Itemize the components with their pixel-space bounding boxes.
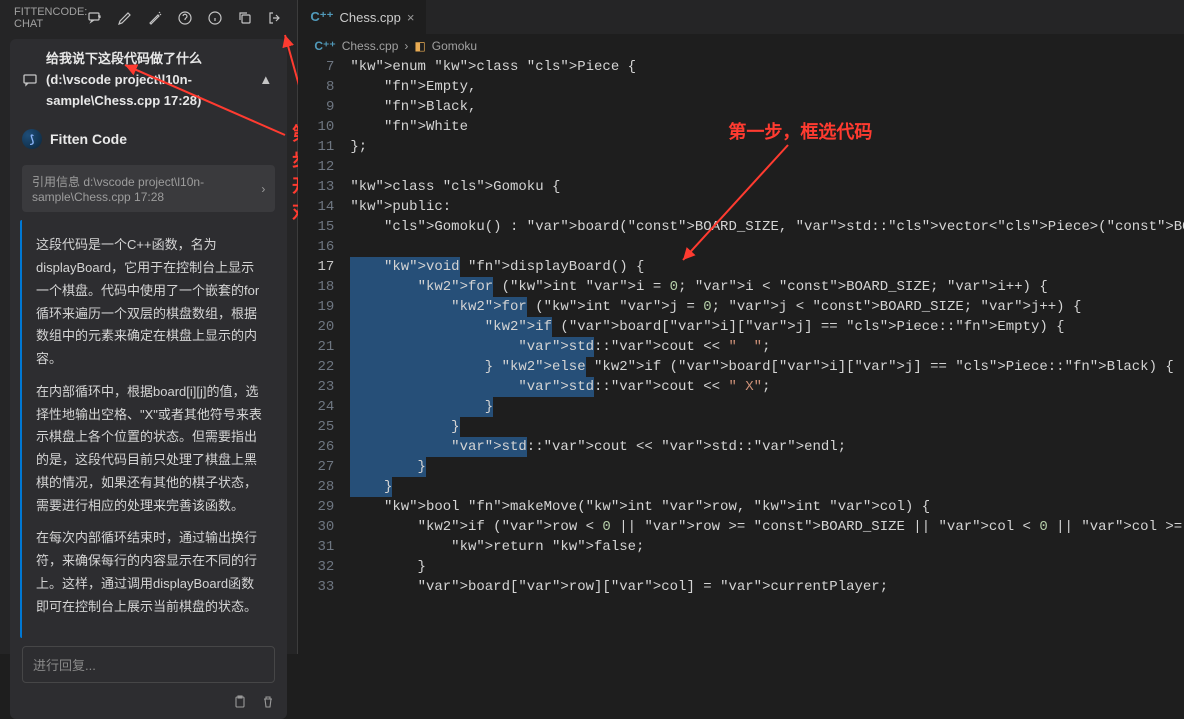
code-line[interactable]: }	[346, 557, 1184, 577]
line-number: 10	[298, 117, 334, 137]
code-line[interactable]: "kw">return "kw">false;	[346, 537, 1184, 557]
line-number: 15	[298, 217, 334, 237]
line-number: 13	[298, 177, 334, 197]
chat-response: 这段代码是一个C++函数，名为displayBoard，它用于在控制台上显示一个…	[20, 220, 277, 638]
breadcrumb-symbol: Gomoku	[432, 39, 477, 53]
code-line[interactable]: "cls">Gomoku() : "var">board("const">BOA…	[346, 217, 1184, 237]
line-number: 22	[298, 357, 334, 377]
line-number: 29	[298, 497, 334, 517]
cpp-file-icon: C⁺⁺	[310, 9, 333, 25]
code-line[interactable]: "var">board["var">row]["var">col] = "var…	[346, 577, 1184, 597]
editor-tabs: C⁺⁺ Chess.cpp ×	[298, 0, 1184, 35]
code-line[interactable]: "kw2">for ("kw">int "var">i = 0; "var">i…	[346, 277, 1184, 297]
code-line[interactable]: "kw">enum "kw">class "cls">Piece {	[346, 57, 1184, 77]
collapse-icon[interactable]: ▲	[259, 72, 275, 88]
reference-text: 引用信息 d:\vscode project\l10n-sample\Chess…	[32, 173, 255, 204]
info-icon[interactable]	[207, 10, 223, 26]
code-line[interactable]: "kw">bool "fn">makeMove("kw">int "var">r…	[346, 497, 1184, 517]
breadcrumb[interactable]: C⁺⁺ Chess.cpp › ◧ Gomoku	[298, 35, 1184, 57]
line-number: 27	[298, 457, 334, 477]
cpp-file-icon: C⁺⁺	[314, 39, 335, 53]
clipboard-icon[interactable]	[233, 695, 247, 709]
code-line[interactable]: "kw2">for ("kw">int "var">j = 0; "var">j…	[346, 297, 1184, 317]
code-line[interactable]: }	[346, 397, 1184, 417]
fitten-logo: ⟆	[22, 129, 42, 149]
line-number: 18	[298, 277, 334, 297]
code-line[interactable]: "fn">Empty,	[346, 77, 1184, 97]
code-line[interactable]: "var">std::"var">cout << " ";	[346, 337, 1184, 357]
line-number: 30	[298, 517, 334, 537]
chat-icon	[22, 72, 38, 88]
tab-label: Chess.cpp	[339, 10, 400, 25]
code-line[interactable]: "var">std::"var">cout << "var">std::"var…	[346, 437, 1184, 457]
code-line[interactable]: "kw">class "cls">Gomoku {	[346, 177, 1184, 197]
line-number: 11	[298, 137, 334, 157]
brand-name: Fitten Code	[50, 131, 127, 147]
line-number: 14	[298, 197, 334, 217]
magic-icon[interactable]	[147, 10, 163, 26]
chevron-right-icon: ›	[404, 39, 408, 53]
line-number: 7	[298, 57, 334, 77]
code-line[interactable]	[346, 237, 1184, 257]
line-number: 25	[298, 417, 334, 437]
line-number: 24	[298, 397, 334, 417]
code-line[interactable]: }	[346, 477, 1184, 497]
reference-box[interactable]: 引用信息 d:\vscode project\l10n-sample\Chess…	[22, 165, 275, 212]
line-number: 32	[298, 557, 334, 577]
line-number: 16	[298, 237, 334, 257]
code-line[interactable]: "fn">White	[346, 117, 1184, 137]
new-chat-icon[interactable]	[87, 10, 103, 26]
line-number: 28	[298, 477, 334, 497]
code-line[interactable]	[346, 157, 1184, 177]
chevron-right-icon: ›	[261, 182, 265, 196]
chat-title: 给我说下这段代码做了什么 (d:\vscode project\l10n-sam…	[46, 49, 251, 111]
panel-title: FITTENCODE: CHAT	[14, 6, 87, 30]
code-line[interactable]: }	[346, 417, 1184, 437]
tab-chess-cpp[interactable]: C⁺⁺ Chess.cpp ×	[298, 0, 426, 34]
reply-input[interactable]: 进行回复...	[22, 646, 275, 683]
chat-para-1: 这段代码是一个C++函数，名为displayBoard，它用于在控制台上显示一个…	[36, 234, 263, 371]
code-line[interactable]: "kw2">if ("var">board["var">i]["var">j] …	[346, 317, 1184, 337]
line-number: 8	[298, 77, 334, 97]
edit-icon[interactable]	[117, 10, 133, 26]
close-icon[interactable]: ×	[407, 10, 415, 25]
breadcrumb-file: Chess.cpp	[342, 39, 399, 53]
chat-para-2: 在内部循环中，根据board[i][j]的值，选择性地输出空格、"X"或者其他符…	[36, 381, 263, 518]
code-line[interactable]: } "kw2">else "kw2">if ("var">board["var"…	[346, 357, 1184, 377]
code-line[interactable]: "var">std::"var">cout << " X";	[346, 377, 1184, 397]
line-number: 9	[298, 97, 334, 117]
help-icon[interactable]	[177, 10, 193, 26]
class-icon: ◧	[414, 39, 425, 53]
line-number: 20	[298, 317, 334, 337]
code-line[interactable]: }	[346, 457, 1184, 477]
line-number: 33	[298, 577, 334, 597]
line-number: 21	[298, 337, 334, 357]
exit-icon[interactable]	[267, 10, 283, 26]
line-number: 17	[298, 257, 334, 277]
line-number: 31	[298, 537, 334, 557]
copy-icon[interactable]	[237, 10, 253, 26]
chat-para-3: 在每次内部循环结束时，通过输出换行符，来确保每行的内容显示在不同的行上。这样，通…	[36, 527, 263, 618]
code-line[interactable]: "kw2">if ("var">row < 0 || "var">row >= …	[346, 517, 1184, 537]
line-number: 19	[298, 297, 334, 317]
code-line[interactable]: };	[346, 137, 1184, 157]
trash-icon[interactable]	[261, 695, 275, 709]
code-line[interactable]: "kw">void "fn">displayBoard() {	[346, 257, 1184, 277]
code-line[interactable]: "fn">Black,	[346, 97, 1184, 117]
line-number: 26	[298, 437, 334, 457]
code-line[interactable]: "kw">public:	[346, 197, 1184, 217]
line-number: 12	[298, 157, 334, 177]
line-number: 23	[298, 377, 334, 397]
code-editor[interactable]: 7891011121314151617181920212223242526272…	[298, 57, 1184, 654]
